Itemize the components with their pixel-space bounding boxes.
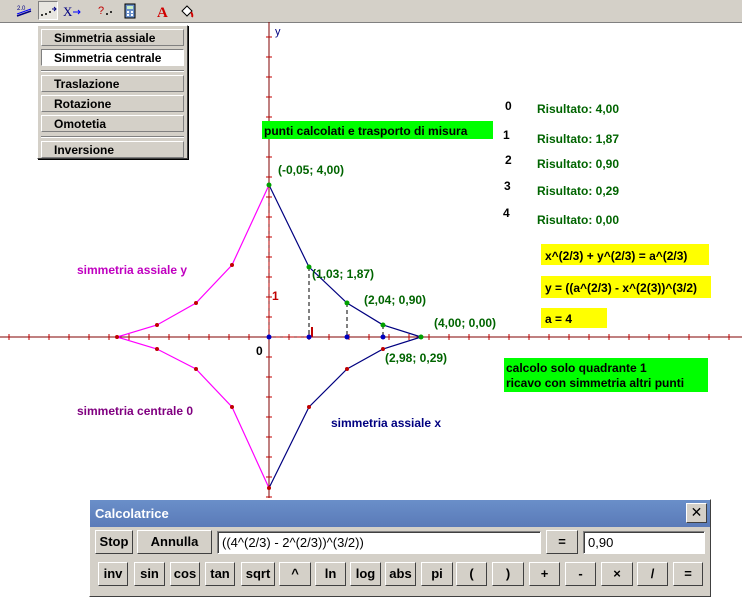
stop-button[interactable]: Stop bbox=[95, 530, 133, 554]
parameter: a = 4 bbox=[545, 312, 572, 326]
result-index: 0 bbox=[505, 99, 512, 113]
transform-menu: Simmetria assiale Simmetria centrale Tra… bbox=[37, 25, 188, 159]
menu-item-inversione[interactable]: Inversione bbox=[41, 141, 184, 158]
menu-item-simmetria-assiale[interactable]: Simmetria assiale bbox=[41, 29, 184, 46]
label-symmetry-central: simmetria centrale 0 bbox=[77, 404, 193, 418]
key-multiply[interactable]: × bbox=[601, 562, 633, 586]
result-value: Risultato: 0,00 bbox=[537, 213, 619, 227]
formula-2: y = ((a^(2/3) - x^(2(3))^(3/2) bbox=[545, 281, 697, 295]
result-index: 2 bbox=[505, 153, 512, 167]
close-button[interactable]: ✕ bbox=[686, 503, 707, 523]
calculator-title: Calcolatrice bbox=[95, 506, 169, 521]
menu-item-rotazione[interactable]: Rotazione bbox=[41, 95, 184, 112]
formula-1: x^(2/3) + y^(2/3) = a^(2/3) bbox=[545, 249, 687, 263]
result-value: Risultato: 1,87 bbox=[537, 132, 619, 146]
curve-quadrant-1 bbox=[268, 184, 422, 338]
svg-text:X: X bbox=[63, 4, 73, 19]
unit-label-y: 1 bbox=[272, 289, 279, 303]
key-ln[interactable]: ln bbox=[315, 562, 346, 586]
expression-input[interactable]: ((4^(2/3) - 2^(2/3))^(3/2)) bbox=[217, 531, 541, 554]
key-minus[interactable]: - bbox=[565, 562, 596, 586]
paint-bucket-icon[interactable] bbox=[177, 1, 197, 20]
calculator-icon[interactable] bbox=[120, 1, 140, 20]
key-plus[interactable]: + bbox=[529, 562, 560, 586]
key-cos[interactable]: cos bbox=[170, 562, 200, 586]
key-close-paren[interactable]: ) bbox=[492, 562, 524, 586]
key-power[interactable]: ^ bbox=[279, 562, 311, 586]
result-index: 1 bbox=[503, 128, 510, 142]
point-series-icon[interactable] bbox=[38, 1, 58, 20]
result-index: 4 bbox=[503, 206, 510, 220]
note-line-2: ricavo con simmetria altri punti bbox=[506, 376, 684, 390]
result-value: Risultato: 0,29 bbox=[537, 184, 619, 198]
variable-icon[interactable]: X bbox=[62, 1, 82, 20]
menu-separator bbox=[41, 70, 184, 72]
key-tan[interactable]: tan bbox=[205, 562, 235, 586]
label-symmetry-x: simmetria assiale x bbox=[331, 416, 441, 430]
draw-tool-icon[interactable]: 2.0 bbox=[14, 1, 34, 20]
query-icon[interactable]: ? bbox=[96, 1, 116, 20]
note-line-1: calcolo solo quadrante 1 bbox=[506, 361, 647, 375]
result-value: Risultato: 4,00 bbox=[537, 102, 619, 116]
key-equals[interactable]: = bbox=[673, 562, 703, 586]
key-inv[interactable]: inv bbox=[98, 562, 128, 586]
curve-quadrant-2 bbox=[116, 184, 270, 338]
menu-separator bbox=[41, 136, 184, 138]
label-symmetry-y: simmetria assiale y bbox=[77, 263, 187, 277]
equals-button[interactable]: = bbox=[546, 530, 578, 554]
menu-item-traslazione[interactable]: Traslazione bbox=[41, 75, 184, 92]
key-pi[interactable]: pi bbox=[421, 562, 453, 586]
svg-text:?: ? bbox=[98, 5, 104, 17]
calculator-window: Calcolatrice ✕ Stop Annulla ((4^(2/3) - … bbox=[89, 499, 711, 597]
result-value: Risultato: 0,90 bbox=[537, 157, 619, 171]
close-icon: ✕ bbox=[690, 504, 703, 520]
key-sqrt[interactable]: sqrt bbox=[241, 562, 275, 586]
key-open-paren[interactable]: ( bbox=[456, 562, 487, 586]
menu-item-simmetria-centrale[interactable]: Simmetria centrale bbox=[41, 49, 184, 66]
origin-label: 0 bbox=[256, 344, 263, 358]
key-abs[interactable]: abs bbox=[385, 562, 416, 586]
result-index: 3 bbox=[504, 179, 511, 193]
point-label: (4,00; 0,00) bbox=[434, 316, 496, 330]
result-field: 0,90 bbox=[583, 531, 705, 554]
point-label: (2,98; 0,29) bbox=[385, 351, 447, 365]
toolbar: 2.0 X ? A bbox=[0, 0, 742, 23]
key-divide[interactable]: / bbox=[637, 562, 668, 586]
key-sin[interactable]: sin bbox=[134, 562, 165, 586]
key-log[interactable]: log bbox=[350, 562, 381, 586]
point-label: (-0,05; 4,00) bbox=[278, 163, 344, 177]
results-list: 0 Risultato: 4,00 1 Risultato: 1,87 2 Ri… bbox=[503, 99, 619, 227]
calculator-title-bar[interactable]: Calcolatrice bbox=[90, 500, 710, 527]
point-label: (2,04; 0,90) bbox=[364, 293, 426, 307]
banner-text: punti calcolati e trasporto di misura bbox=[264, 124, 468, 138]
annulla-button[interactable]: Annulla bbox=[137, 530, 212, 554]
text-tool-icon[interactable]: A bbox=[154, 1, 174, 20]
point-label: (1,03; 1,87) bbox=[312, 267, 374, 281]
menu-item-omotetia[interactable]: Omotetia bbox=[41, 115, 184, 132]
svg-text:A: A bbox=[157, 5, 168, 19]
y-axis-label: y bbox=[275, 26, 281, 38]
point-labels: (-0,05; 4,00) (1,03; 1,87) (2,04; 0,90) … bbox=[278, 163, 496, 365]
